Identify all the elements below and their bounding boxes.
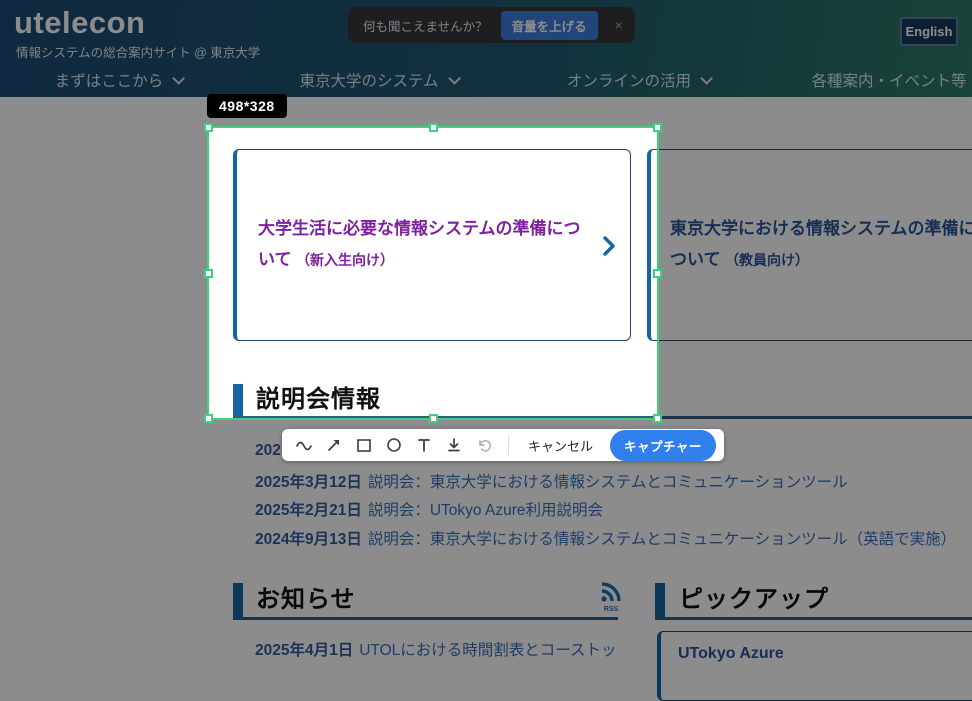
toolbar-divider	[508, 435, 509, 455]
undo-icon[interactable]	[470, 432, 498, 458]
site-tagline: 情報システムの総合案内サイト @ 東京大学	[16, 42, 260, 61]
nav-item-guides-events[interactable]: 各種案内・イベント等	[768, 63, 972, 97]
arrow-tool-icon[interactable]	[320, 432, 348, 458]
session-row: 2025年2月21日説明会：UTokyo Azure利用説明会	[255, 498, 972, 520]
rectangle-tool-icon[interactable]	[350, 432, 378, 458]
resize-handle-top-left[interactable]	[204, 123, 213, 132]
section-underline	[233, 617, 618, 620]
pickup-heading: ピックアップ	[679, 583, 829, 617]
section-underline	[655, 617, 972, 620]
chevron-down-icon	[448, 72, 461, 85]
nav-item-label: 各種案内・イベント等	[811, 69, 966, 91]
chevron-down-icon	[700, 72, 713, 85]
nav-item-start-here[interactable]: まずはここから	[0, 63, 248, 97]
session-link[interactable]: 説明会：東京大学における情報システムとコミュニケーションツール（英語で実施）	[368, 531, 956, 548]
nav-item-utokyo-systems[interactable]: 東京大学のシステム	[248, 63, 508, 97]
capture-button[interactable]: キャプチャー	[610, 430, 716, 461]
resize-handle-middle-left[interactable]	[204, 269, 213, 278]
news-link[interactable]: UTOLにおける時間割表とコーストッ	[359, 642, 616, 659]
resize-handle-bottom-right[interactable]	[653, 414, 662, 423]
session-row: 2025年3月12日説明会：東京大学における情報システムとコミュニケーションツー…	[255, 470, 972, 492]
language-toggle-button[interactable]: English	[900, 17, 958, 46]
card-faculty[interactable]: 東京大学における情報システムの準備について （教員向け）	[647, 149, 972, 341]
volume-up-button[interactable]: 音量を上げる	[501, 11, 598, 40]
pickup-card-utokyo-azure[interactable]: UTokyo Azure	[657, 631, 972, 701]
card-text: 東京大学における情報システムの準備について （教員向け）	[670, 214, 972, 275]
rss-icon[interactable]: RSS	[598, 581, 624, 617]
chevron-down-icon	[173, 72, 186, 85]
news-heading: お知らせ	[256, 583, 356, 617]
volume-notification-toast: 何も聞こえませんか？ 音量を上げる ×	[348, 7, 635, 43]
resize-handle-bottom-middle[interactable]	[429, 414, 438, 423]
close-icon[interactable]: ×	[615, 17, 623, 33]
capture-toolbar: キャンセル キャプチャー	[282, 429, 724, 461]
nav-item-label: 東京大学のシステム	[299, 69, 438, 91]
resize-handle-top-right[interactable]	[653, 123, 662, 132]
resize-handle-top-middle[interactable]	[429, 123, 438, 132]
pen-tool-icon[interactable]	[290, 432, 318, 458]
toast-message: 何も聞こえませんか？	[363, 16, 488, 35]
capture-selection-region[interactable]	[207, 126, 659, 420]
ellipse-tool-icon[interactable]	[380, 432, 408, 458]
download-icon[interactable]	[440, 432, 468, 458]
resize-handle-middle-right[interactable]	[653, 269, 662, 278]
resize-handle-bottom-left[interactable]	[204, 414, 213, 423]
text-tool-icon[interactable]	[410, 432, 438, 458]
session-link[interactable]: 説明会：UTokyo Azure利用説明会	[368, 502, 603, 519]
section-accent-bar	[233, 583, 243, 617]
nav-item-label: まずはここから	[55, 69, 164, 91]
nav-item-online-usage[interactable]: オンラインの活用	[508, 63, 768, 97]
section-accent-bar	[655, 583, 665, 617]
news-row: 2025年4月1日UTOLにおける時間割表とコーストッ	[255, 638, 655, 660]
session-link[interactable]: 説明会：東京大学における情報システムとコミュニケーションツール	[368, 474, 848, 491]
site-logo[interactable]: utelecon	[14, 5, 145, 41]
cancel-button[interactable]: キャンセル	[519, 436, 602, 455]
session-row: 2024年9月13日説明会：東京大学における情報システムとコミュニケーションツー…	[255, 527, 972, 549]
main-nav: まずはここから 東京大学のシステム オンラインの活用 各種案内・イベント等	[0, 63, 972, 97]
selection-size-label: 498*328	[207, 94, 287, 118]
nav-item-label: オンラインの活用	[567, 69, 691, 91]
